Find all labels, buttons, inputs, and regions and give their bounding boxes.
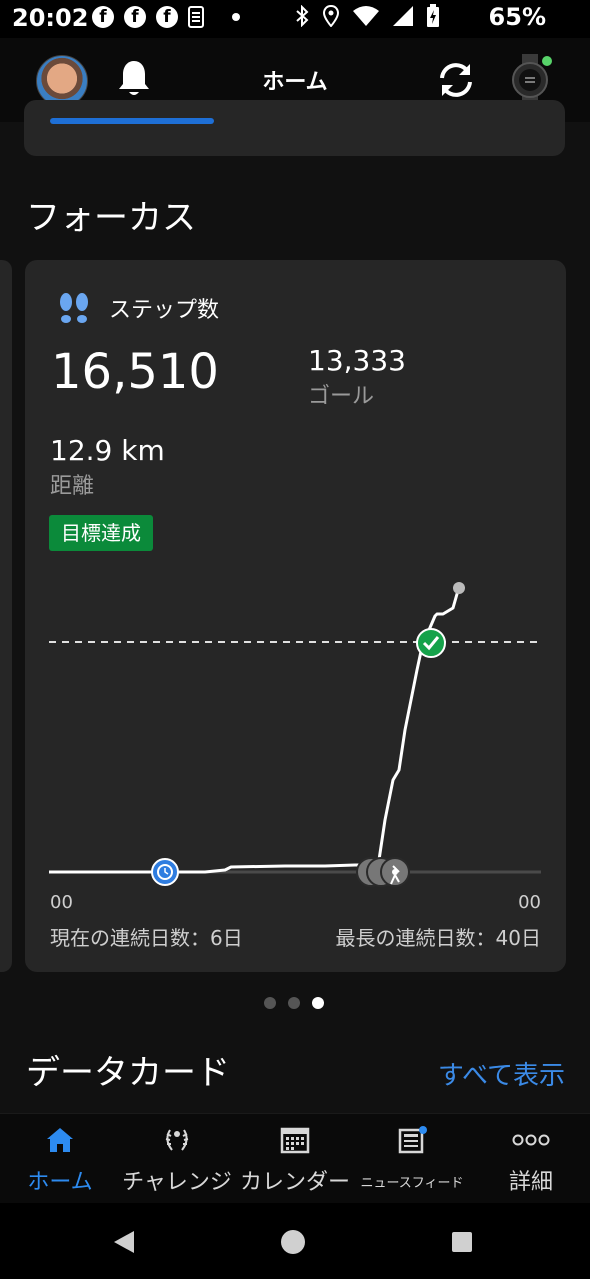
battery-percent: 65% bbox=[488, 3, 546, 31]
more-icon bbox=[512, 1134, 550, 1146]
facebook-icon: f bbox=[92, 6, 114, 28]
current-streak: 現在の連続日数：6日 bbox=[50, 926, 243, 950]
home-button-icon[interactable] bbox=[280, 1229, 306, 1255]
system-nav-bar bbox=[0, 1203, 590, 1279]
laurel-icon bbox=[165, 1129, 189, 1151]
steps-line bbox=[49, 587, 461, 874]
battery-charging-icon bbox=[427, 4, 439, 27]
nav-label: チャレンジ bbox=[122, 1170, 232, 1195]
activity-markers bbox=[356, 857, 410, 887]
nav-home[interactable]: ホーム bbox=[18, 1126, 102, 1196]
location-icon bbox=[322, 5, 340, 27]
nav-challenges[interactable]: チャレンジ bbox=[118, 1126, 236, 1196]
carousel-pager bbox=[264, 997, 324, 1009]
section-title-data-cards: データカード bbox=[26, 1053, 230, 1093]
bluetooth-icon bbox=[296, 5, 309, 27]
status-bar: 20:02 f f f 65% bbox=[0, 0, 590, 38]
wifi-icon bbox=[353, 6, 379, 26]
longest-streak: 最長の連続日数：40日 bbox=[335, 926, 541, 950]
timer-marker-icon bbox=[151, 858, 179, 886]
nav-label: ホーム bbox=[27, 1170, 93, 1195]
progress-bar bbox=[50, 118, 214, 124]
goal-check-icon bbox=[416, 628, 446, 658]
see-all-link[interactable]: すべて表示 bbox=[438, 1055, 565, 1092]
steps-chart bbox=[49, 582, 541, 887]
sim-icon bbox=[188, 6, 204, 28]
pager-dot bbox=[264, 997, 276, 1009]
x-tick-end: 00 bbox=[518, 892, 541, 913]
steps-card[interactable]: ステップ数 16,510 13,333 ゴール 12.9 km 距離 目標達成 … bbox=[25, 260, 566, 972]
newsfeed-icon bbox=[398, 1126, 427, 1154]
previous-focus-card[interactable] bbox=[0, 260, 12, 972]
page-title: ホーム bbox=[262, 70, 328, 95]
calendar-icon bbox=[280, 1127, 310, 1154]
previous-card bbox=[24, 100, 565, 156]
recents-icon[interactable] bbox=[451, 1231, 473, 1253]
nav-label: カレンダー bbox=[239, 1170, 350, 1195]
sync-icon[interactable] bbox=[434, 58, 478, 102]
facebook-icon: f bbox=[156, 6, 178, 28]
nav-newsfeed[interactable]: ニュースフィード bbox=[356, 1126, 468, 1191]
nav-label: 詳細 bbox=[508, 1170, 553, 1195]
notification-icons: f f f bbox=[92, 6, 240, 28]
signal-icon bbox=[393, 6, 413, 26]
x-tick-start: 00 bbox=[50, 892, 73, 913]
home-icon bbox=[47, 1128, 73, 1152]
nav-more[interactable]: 詳細 bbox=[494, 1126, 568, 1196]
nav-calendar[interactable]: カレンダー bbox=[236, 1126, 354, 1196]
section-title-focus: フォーカス bbox=[26, 198, 196, 238]
end-point bbox=[453, 582, 465, 594]
back-icon[interactable] bbox=[112, 1229, 136, 1255]
status-time: 20:02 bbox=[12, 4, 89, 32]
bottom-nav: ホーム チャレンジ カレンダー ニュースフィード 詳細 bbox=[0, 1113, 590, 1204]
system-icons bbox=[294, 4, 440, 28]
watch-connected-indicator bbox=[542, 56, 552, 66]
facebook-icon: f bbox=[124, 6, 146, 28]
pager-dot bbox=[288, 997, 300, 1009]
dot-icon bbox=[232, 13, 240, 21]
pager-dot-active bbox=[312, 997, 324, 1009]
nav-label: ニュースフィード bbox=[360, 1176, 464, 1191]
